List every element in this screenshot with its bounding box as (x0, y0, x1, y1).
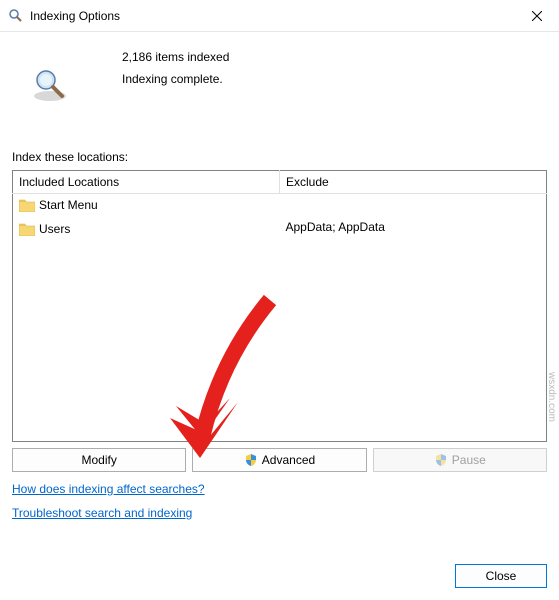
footer: Close (455, 564, 547, 588)
window-title: Indexing Options (30, 9, 514, 23)
exclude-value (280, 194, 547, 218)
dialog-content: 2,186 items indexed Indexing complete. I… (0, 32, 559, 528)
indexing-status: Indexing complete. (122, 72, 229, 86)
included-location-name: Users (39, 222, 70, 236)
magnifier-large-icon (30, 66, 70, 102)
table-row[interactable]: Start Menu (13, 194, 547, 218)
modify-button[interactable]: Modify (12, 448, 186, 472)
folder-icon (19, 222, 35, 236)
pause-button: Pause (373, 448, 547, 472)
magnifier-small-icon (8, 8, 24, 24)
titlebar: Indexing Options (0, 0, 559, 32)
close-window-button[interactable] (514, 0, 559, 32)
indexed-count: 2,186 items indexed (122, 50, 229, 64)
locations-table: Included Locations Exclude Start Menu (12, 170, 547, 442)
table-row[interactable]: Users AppData; AppData (13, 218, 547, 242)
close-icon (532, 11, 542, 21)
close-button[interactable]: Close (455, 564, 547, 588)
exclude-value: AppData; AppData (280, 218, 547, 242)
shield-icon (244, 453, 258, 467)
advanced-button[interactable]: Advanced (192, 448, 366, 472)
button-row: Modify Advanced (12, 448, 547, 472)
folder-icon (19, 198, 35, 212)
column-header-exclude[interactable]: Exclude (280, 171, 547, 194)
locations-label: Index these locations: (12, 150, 547, 164)
watermark: wsxdn.com (546, 372, 557, 422)
status-area: 2,186 items indexed Indexing complete. (12, 44, 547, 102)
shield-icon (434, 453, 448, 467)
help-link[interactable]: How does indexing affect searches? (12, 482, 205, 496)
included-location-name: Start Menu (39, 198, 98, 212)
troubleshoot-link[interactable]: Troubleshoot search and indexing (12, 506, 192, 520)
column-header-included[interactable]: Included Locations (13, 171, 280, 194)
